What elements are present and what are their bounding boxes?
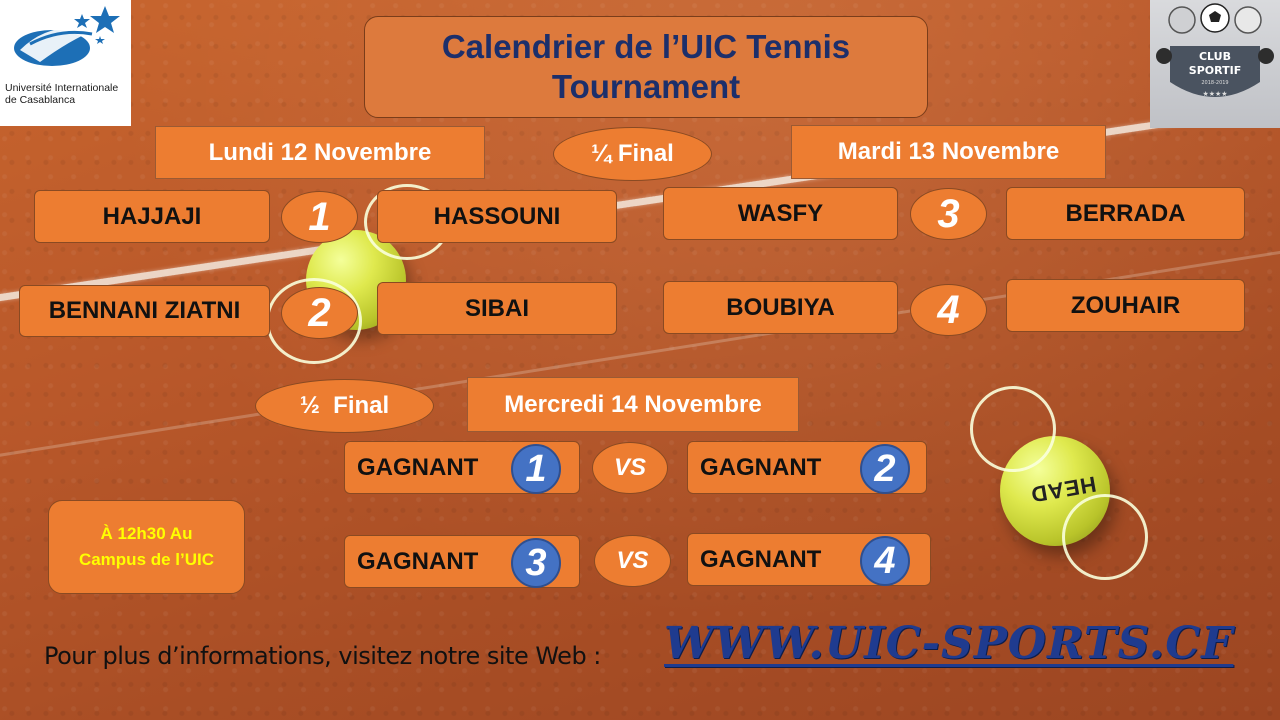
player-wasfy: WASFY bbox=[663, 187, 898, 240]
player-zouhair: ZOUHAIR bbox=[1006, 279, 1245, 332]
club-stars: ★★★★ bbox=[1202, 90, 1227, 98]
vs-label-2: VS bbox=[594, 535, 671, 587]
winner-label: GAGNANT bbox=[357, 453, 479, 481]
quarter-final-text: ¼ Final bbox=[591, 140, 674, 167]
player-sibai: SIBAI bbox=[377, 282, 617, 335]
tennis-ball-right: HEAD bbox=[970, 386, 1148, 580]
player-name: HASSOUNI bbox=[433, 202, 561, 230]
quarter-final-label: ¼ Final bbox=[553, 127, 712, 181]
club-season: 2018-2019 bbox=[1201, 80, 1228, 86]
winner-4-box: GAGNANT 4 bbox=[687, 533, 931, 586]
winner-label: GAGNANT bbox=[700, 453, 822, 481]
winner-number-3: 3 bbox=[511, 538, 561, 588]
player-name: BOUBIYA bbox=[726, 293, 835, 321]
match-number-2: 2 bbox=[281, 287, 358, 339]
time-location-info: À 12h30 Au Campus de l’UIC bbox=[48, 500, 245, 594]
match-number-text: 1 bbox=[308, 194, 331, 239]
player-boubiya: BOUBIYA bbox=[663, 281, 898, 334]
club-sportif-logo: CLUB SPORTIF 2018-2019 ★★★★ bbox=[1150, 0, 1280, 128]
player-hajjaji: HAJJAJI bbox=[34, 190, 270, 243]
day3-label: Mercredi 14 Novembre bbox=[467, 377, 799, 432]
day1-text: Lundi 12 Novembre bbox=[208, 138, 432, 166]
match-number-1: 1 bbox=[281, 191, 358, 243]
player-name: SIBAI bbox=[464, 294, 529, 322]
winner-2-box: GAGNANT 2 bbox=[687, 441, 927, 494]
player-name: WASFY bbox=[737, 199, 824, 227]
match-number-4: 4 bbox=[910, 284, 987, 336]
winner-1-box: GAGNANT 1 bbox=[344, 441, 580, 494]
player-name: HAJJAJI bbox=[102, 202, 202, 230]
info-location: Campus de l’UIC bbox=[78, 550, 215, 569]
match-number-text: 3 bbox=[937, 191, 960, 236]
player-name: BERRADA bbox=[1065, 199, 1186, 227]
player-hassouni: HASSOUNI bbox=[377, 190, 617, 243]
day2-text: Mardi 13 Novembre bbox=[837, 138, 1060, 165]
footer-text: Pour plus d’informations, visitez notre … bbox=[44, 642, 601, 670]
player-bennani-ziatni: BENNANI ZIATNI bbox=[19, 285, 270, 337]
player-berrada: BERRADA bbox=[1006, 187, 1245, 240]
match-number-text: 4 bbox=[937, 287, 960, 332]
vs-label-1: VS bbox=[592, 442, 668, 494]
player-name: BENNANI ZIATNI bbox=[48, 297, 241, 324]
vs-text: VS bbox=[613, 454, 646, 481]
day1-label: Lundi 12 Novembre bbox=[155, 126, 485, 179]
winner-number-1: 1 bbox=[511, 444, 561, 494]
player-name: ZOUHAIR bbox=[1070, 291, 1181, 319]
club-line1: CLUB bbox=[1199, 50, 1231, 63]
match-number-3: 3 bbox=[910, 188, 987, 240]
winner-number-2: 2 bbox=[860, 444, 910, 494]
page-title: Calendrier de l’UIC Tennis Tournament bbox=[441, 28, 851, 105]
info-time: À 12h30 Au bbox=[100, 524, 193, 543]
university-name-line1: Université Internationale bbox=[5, 82, 119, 94]
university-logo: Université Internationale de Casablanca bbox=[0, 0, 131, 126]
sports-club-badge-icon: CLUB SPORTIF 2018-2019 ★★★★ bbox=[1156, 3, 1274, 98]
winner-number-4: 4 bbox=[860, 536, 910, 586]
globe-star-icon bbox=[14, 6, 120, 66]
winner-3-box: GAGNANT 3 bbox=[344, 535, 580, 588]
winner-label: GAGNANT bbox=[700, 545, 822, 573]
semi-final-text: ½ Final bbox=[299, 392, 390, 419]
day2-label: Mardi 13 Novembre bbox=[791, 125, 1106, 179]
winner-label: GAGNANT bbox=[357, 547, 479, 575]
website-link[interactable]: WWW.UIC-SPORTS.CF bbox=[664, 618, 1233, 669]
university-name-line2: de Casablanca bbox=[5, 94, 76, 106]
club-line2: SPORTIF bbox=[1189, 64, 1241, 77]
match-number-text: 2 bbox=[308, 290, 331, 335]
semi-final-label: ½ Final bbox=[255, 379, 434, 433]
page-title-box: Calendrier de l’UIC Tennis Tournament bbox=[364, 16, 928, 118]
day3-text: Mercredi 14 Novembre bbox=[504, 390, 762, 418]
vs-text: VS bbox=[616, 547, 649, 574]
